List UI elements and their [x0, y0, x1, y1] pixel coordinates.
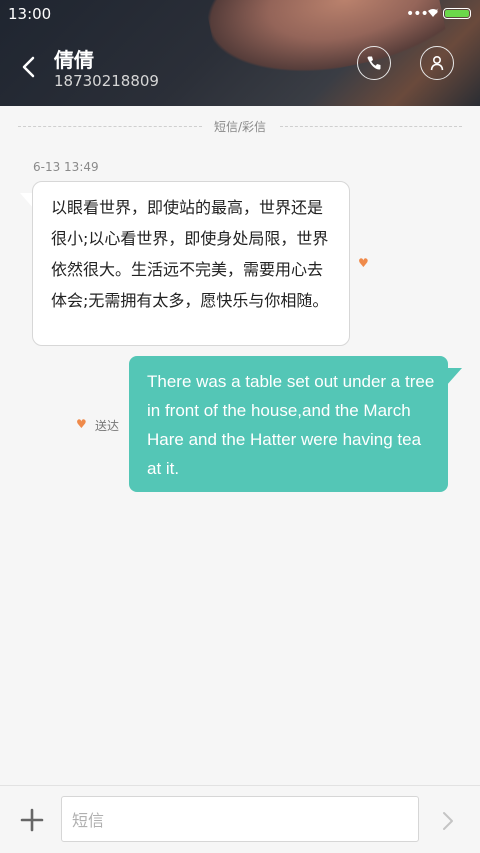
- back-button[interactable]: [18, 54, 40, 80]
- message-timestamp: 6-13 13:49: [33, 160, 99, 174]
- composer-bar: [0, 785, 480, 853]
- call-button[interactable]: [357, 46, 391, 80]
- battery-level: [445, 10, 469, 17]
- contact-name: 倩倩: [54, 48, 94, 72]
- outgoing-message-bubble[interactable]: There was a table set out under a tree i…: [129, 356, 448, 492]
- status-time: 13:00: [8, 5, 52, 23]
- send-button[interactable]: [440, 810, 456, 832]
- add-attachment-button[interactable]: [20, 808, 44, 832]
- channel-label: 短信/彩信: [213, 120, 267, 134]
- heart-icon: ♥: [76, 417, 87, 431]
- status-bar: 13:00 ••• ⚡: [0, 0, 480, 28]
- phone-icon: [367, 56, 381, 70]
- outgoing-bubble-tail: [446, 368, 462, 386]
- person-icon: [430, 55, 444, 71]
- contact-info-button[interactable]: [420, 46, 454, 80]
- contact-number: 18730218809: [54, 72, 159, 90]
- divider-left: [18, 126, 202, 127]
- incoming-message-bubble[interactable]: 以眼看世界，即使站的最高，世界还是很小;以心看世界，即使身处局限，世界依然很大。…: [32, 181, 350, 346]
- divider-right: [280, 126, 462, 127]
- message-input-box[interactable]: [61, 796, 419, 842]
- incoming-message-text: 以眼看世界，即使站的最高，世界还是很小;以心看世界，即使身处局限，世界依然很大。…: [51, 198, 329, 310]
- charging-icon: ⚡: [432, 8, 440, 19]
- signal-icon: •••: [406, 6, 429, 22]
- conversation-header: 13:00 ••• ⚡ 倩倩 18730218809: [0, 0, 480, 106]
- outgoing-message-text: There was a table set out under a tree i…: [147, 372, 435, 478]
- message-input[interactable]: [70, 805, 404, 835]
- battery-icon: [443, 8, 471, 19]
- heart-icon: ♥: [358, 256, 369, 270]
- delivery-status: 送达: [95, 419, 120, 433]
